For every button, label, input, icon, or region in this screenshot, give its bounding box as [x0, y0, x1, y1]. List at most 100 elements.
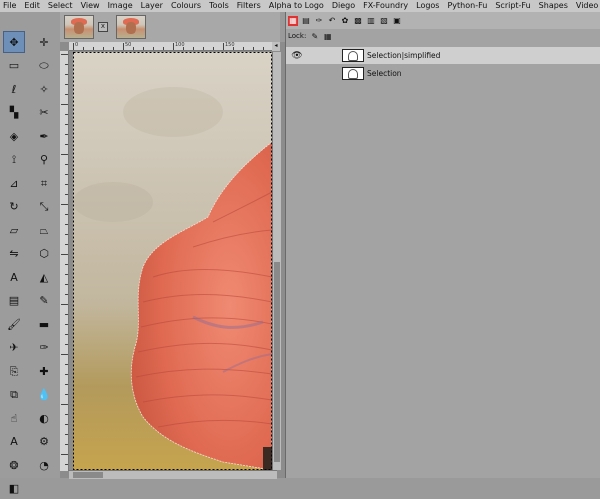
- rect-select-icon[interactable]: ▭: [4, 56, 24, 76]
- undo-tab-icon[interactable]: ↶: [327, 16, 337, 26]
- layers-tab-icon[interactable]: ▦: [288, 15, 298, 26]
- airbrush-icon[interactable]: ✈: [4, 338, 24, 358]
- menu-logos[interactable]: Logos: [413, 0, 444, 12]
- ruler-tick: [65, 164, 68, 165]
- menu-image[interactable]: Image: [105, 0, 138, 12]
- brushes-tab-icon[interactable]: ✿: [340, 16, 350, 26]
- lock-alpha-icon[interactable]: ▦: [323, 32, 332, 41]
- ruler-tick: [65, 394, 68, 395]
- layer-row[interactable]: Selection: [286, 65, 600, 82]
- shear-icon[interactable]: ▱: [4, 220, 24, 240]
- horizontal-scroll-thumb[interactable]: [73, 472, 103, 478]
- heal-icon[interactable]: ✚: [34, 361, 54, 381]
- menu-shapes[interactable]: Shapes: [536, 0, 573, 12]
- lasso-icon[interactable]: ℓ: [4, 79, 24, 99]
- ruler-tick: [65, 464, 68, 465]
- gegl-icon[interactable]: ⚙: [34, 432, 54, 452]
- ruler-number: 50: [125, 42, 132, 48]
- ruler-tick: [61, 304, 68, 305]
- gradients-tab-icon[interactable]: ▥: [366, 16, 376, 26]
- menu-filters[interactable]: Filters: [234, 0, 266, 12]
- dodge-burn-icon[interactable]: ◐: [34, 408, 54, 428]
- ellipse-select-icon[interactable]: ⬭: [34, 56, 54, 76]
- measure-icon[interactable]: ⊿: [4, 173, 24, 193]
- navigate-corner-icon[interactable]: ◂: [272, 42, 280, 51]
- chain-toggle[interactable]: [304, 49, 322, 63]
- cage-icon[interactable]: ⬡: [34, 244, 54, 264]
- blur-icon[interactable]: 💧: [34, 385, 54, 405]
- menu-fx-foundry[interactable]: FX-Foundry: [360, 0, 413, 12]
- vertical-ruler[interactable]: [60, 51, 69, 471]
- menu-file[interactable]: File: [0, 0, 21, 12]
- close-tab-icon[interactable]: x: [98, 22, 108, 32]
- move-icon[interactable]: ✥: [3, 31, 25, 53]
- warp-icon[interactable]: ❂: [4, 455, 24, 475]
- perspective-icon[interactable]: ⏢: [34, 220, 54, 240]
- menu-colours[interactable]: Colours: [168, 0, 206, 12]
- smudge-icon[interactable]: ☝: [4, 408, 24, 428]
- menu-script-fu[interactable]: Script-Fu: [492, 0, 535, 12]
- visibility-eye-icon[interactable]: 👁: [290, 51, 304, 61]
- blend-icon[interactable]: ▤: [4, 291, 24, 311]
- clone-icon[interactable]: ⎘: [4, 361, 24, 381]
- color-picker-icon[interactable]: ⟟: [4, 150, 24, 170]
- menu-diego[interactable]: Diego: [329, 0, 360, 12]
- layer-row[interactable]: 👁 Selection|simplified: [286, 47, 600, 64]
- ruler-tick: [65, 194, 68, 195]
- document-tab-icon[interactable]: ▣: [392, 16, 402, 26]
- fonts-tab-icon[interactable]: ▧: [379, 16, 389, 26]
- crop-icon[interactable]: ⌗: [34, 173, 54, 193]
- layer-name: Selection: [367, 69, 402, 78]
- menu-edit[interactable]: Edit: [21, 0, 45, 12]
- ruler-tick: [123, 43, 124, 50]
- channels-tab-icon[interactable]: ▤: [301, 16, 311, 26]
- text-tool-icon[interactable]: A: [4, 432, 24, 452]
- ruler-tick: [61, 54, 68, 55]
- chain-toggle[interactable]: [304, 67, 322, 81]
- select-by-color-icon[interactable]: ▚: [4, 103, 24, 123]
- bucket-fill-icon[interactable]: ◭: [34, 267, 54, 287]
- fg-bg-color-icon[interactable]: ◧: [4, 479, 24, 499]
- ruler-tick: [65, 434, 68, 435]
- lock-pixels-icon[interactable]: ✎: [310, 32, 319, 41]
- ruler-tick: [65, 264, 68, 265]
- rotate-icon[interactable]: ↻: [4, 197, 24, 217]
- text-icon[interactable]: A: [4, 267, 24, 287]
- vertical-scroll-thumb[interactable]: [274, 262, 280, 462]
- ruler-tick: [65, 444, 68, 445]
- scissors-select-icon[interactable]: ✂: [34, 103, 54, 123]
- perspective-clone-icon[interactable]: ⧉: [4, 385, 24, 405]
- fuzzy-select-icon[interactable]: ✧: [34, 79, 54, 99]
- menu-select[interactable]: Select: [45, 0, 78, 12]
- menu-video[interactable]: Video: [573, 0, 600, 12]
- lock-label: Lock:: [288, 32, 307, 40]
- menu-tools[interactable]: Tools: [206, 0, 234, 12]
- ink-icon[interactable]: ✑: [34, 338, 54, 358]
- image-tab-1[interactable]: [64, 15, 94, 39]
- image-canvas[interactable]: [73, 52, 272, 470]
- horizontal-ruler[interactable]: 0 50 100 150: [69, 42, 277, 51]
- scale-icon[interactable]: ⤡: [34, 197, 54, 217]
- foreground-select-icon[interactable]: ◈: [4, 126, 24, 146]
- patterns-tab-icon[interactable]: ▩: [353, 16, 363, 26]
- ruler-tick: [93, 47, 94, 50]
- ruler-tick: [203, 47, 204, 50]
- menu-layer[interactable]: Layer: [138, 0, 168, 12]
- ruler-tick: [65, 244, 68, 245]
- paths-icon[interactable]: ✒: [34, 126, 54, 146]
- toolbox: ✥ ✛ ▭ ⬭ ℓ ✧ ▚ ✂ ◈ ✒ ⟟ ⚲ ⊿ ⌗ ↻ ⤡ ▱ ⏢ ⇋ ⬡ A ◭ ▤ ✎ 🖌 ▬ ✈ ✑ ⎘ ✚ ⧉ 💧 ☝ ◐ A ⚙ ❂ ◔ ◧: [0, 12, 61, 494]
- flip-icon[interactable]: ⇋: [4, 244, 24, 264]
- menu-python-fu[interactable]: Python-Fu: [444, 0, 492, 12]
- ruler-tick: [65, 174, 68, 175]
- align-icon[interactable]: ✛: [34, 32, 54, 52]
- eraser-icon[interactable]: ▬: [34, 314, 54, 334]
- vertical-scrollbar[interactable]: [272, 52, 281, 470]
- image-tab-2[interactable]: [116, 15, 146, 39]
- color-balance-icon[interactable]: ◔: [34, 455, 54, 475]
- paintbrush-icon[interactable]: 🖌: [4, 314, 24, 334]
- menu-alpha-to-logo[interactable]: Alpha to Logo: [266, 0, 329, 12]
- zoom-icon[interactable]: ⚲: [34, 150, 54, 170]
- paths-tab-icon[interactable]: ✑: [314, 16, 324, 26]
- pencil-icon[interactable]: ✎: [34, 291, 54, 311]
- menu-view[interactable]: View: [78, 0, 105, 12]
